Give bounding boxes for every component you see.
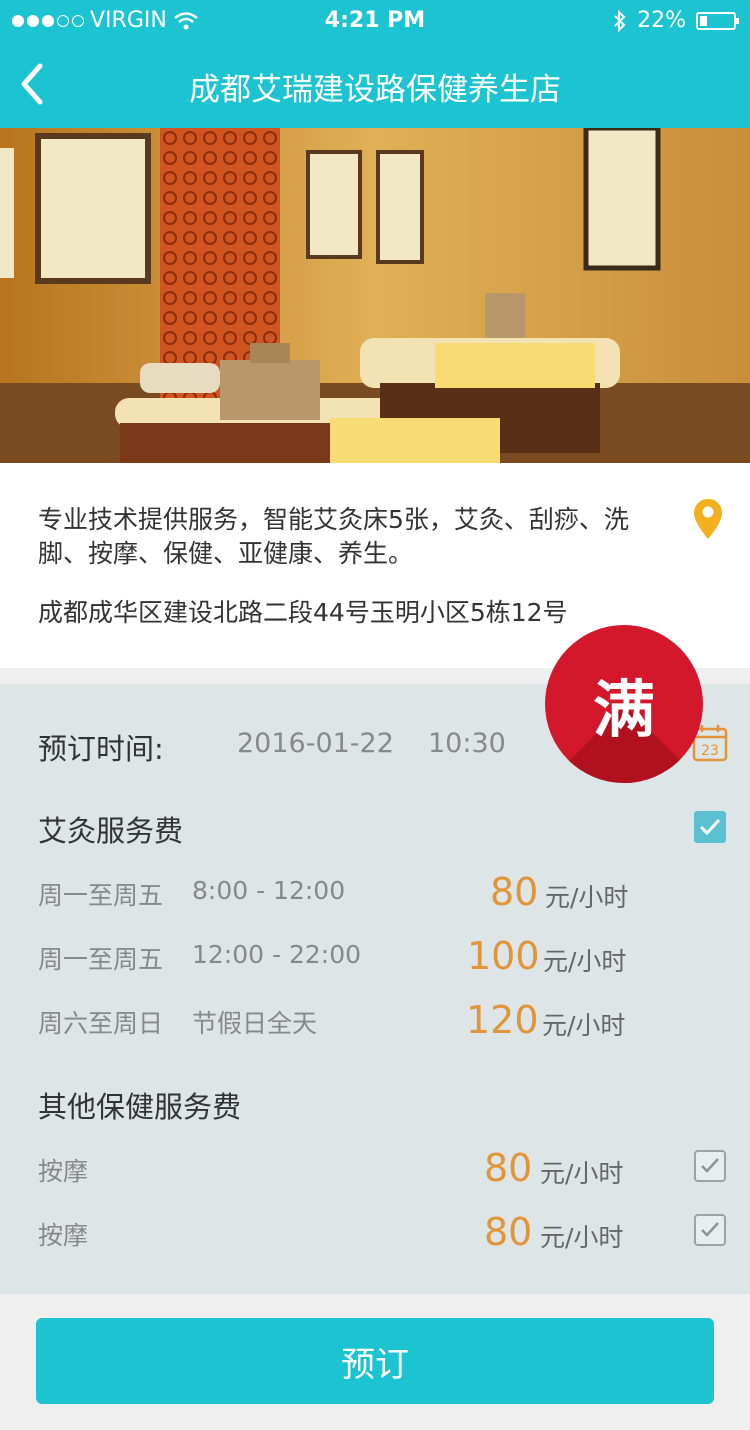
moxa-row-days: 周一至周五 xyxy=(38,945,164,974)
other-row-unit: 元/小时 xyxy=(540,1159,624,1188)
battery-percent: 22% xyxy=(637,8,686,33)
moxa-row-unit: 元/小时 xyxy=(542,1011,626,1040)
moxa-row-hours: 12:00 - 22:00 xyxy=(192,940,362,969)
location-pin-icon[interactable] xyxy=(692,497,724,541)
moxa-checkbox[interactable] xyxy=(694,811,726,843)
calendar-day: 23 xyxy=(701,743,719,759)
moxa-row-days: 周六至周日 xyxy=(38,1009,164,1038)
moxa-section-title: 艾灸服务费 xyxy=(38,814,184,848)
battery-icon xyxy=(696,11,739,30)
store-description: 专业技术提供服务，智能艾灸床5张，艾灸、刮痧、洗脚、按摩、保健、亚健康、养生。 xyxy=(38,505,629,568)
other-section-title: 其他保健服务费 xyxy=(38,1090,242,1124)
other-row-checkbox[interactable] xyxy=(694,1214,726,1246)
store-photo xyxy=(0,128,750,463)
moxa-row-hours: 节假日全天 xyxy=(192,1009,318,1038)
booking-time[interactable]: 10:30 xyxy=(428,728,506,759)
moxa-row-hours: 8:00 - 12:00 xyxy=(192,876,346,905)
moxa-row-unit: 元/小时 xyxy=(545,883,629,912)
other-row-name: 按摩 xyxy=(38,1157,89,1186)
bluetooth-icon xyxy=(614,9,626,32)
page-title: 成都艾瑞建设路保健养生店 xyxy=(189,72,561,108)
moxa-row-days: 周一至周五 xyxy=(38,881,164,910)
full-badge-label: 满 xyxy=(592,673,655,746)
other-row-price: 80 xyxy=(484,1146,533,1190)
booking-date[interactable]: 2016-01-22 xyxy=(237,728,394,759)
other-row-price: 80 xyxy=(484,1210,533,1254)
other-row-unit: 元/小时 xyxy=(540,1223,624,1252)
top-bar: VIRGIN 4:21 PM 22% 成都艾瑞建设路保健养生店 xyxy=(0,0,750,128)
store-address: 成都成华区建设北路二段44号玉明小区5栋12号 xyxy=(38,598,568,627)
moxa-row-price: 120 xyxy=(466,998,539,1042)
other-row-checkbox[interactable] xyxy=(694,1150,726,1182)
moxa-row-unit: 元/小时 xyxy=(543,947,627,976)
moxa-row-price: 80 xyxy=(490,870,539,914)
book-button[interactable]: 预订 xyxy=(36,1318,714,1404)
status-bar: VIRGIN 4:21 PM 22% xyxy=(0,0,750,40)
full-badge: 满 xyxy=(545,625,703,783)
booking-time-label: 预订时间: xyxy=(38,732,164,766)
moxa-row-price: 100 xyxy=(467,934,540,978)
other-row-name: 按摩 xyxy=(38,1221,89,1250)
